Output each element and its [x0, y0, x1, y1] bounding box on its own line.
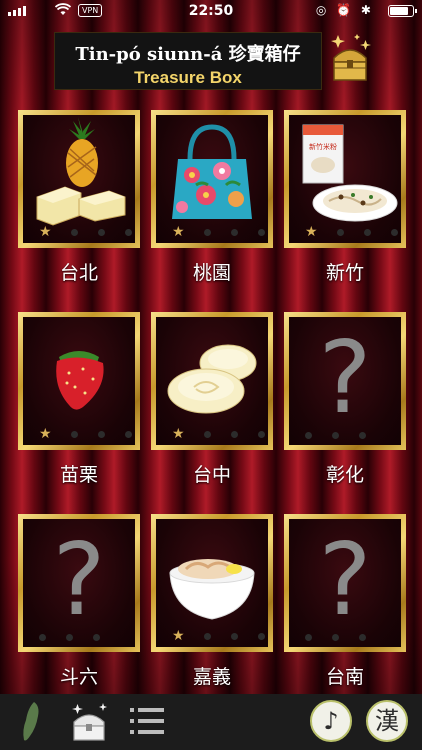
progress-dots: [305, 432, 366, 439]
card-tainan-inner: ?: [289, 519, 401, 647]
star-icon: ★: [39, 224, 52, 240]
locked-question-mark: ?: [52, 521, 106, 638]
package-label: 新竹米粉: [309, 142, 337, 151]
title-line-1: Tin-pó siunn-á 珍寶箱仔: [75, 44, 301, 65]
card-taichung[interactable]: ★: [151, 312, 273, 450]
card-label: 苗栗: [59, 464, 98, 486]
progress-dots: ★: [172, 426, 265, 442]
page-title: Tin-pó siunn-á 珍寶箱仔 Treasure Box: [54, 32, 322, 90]
card-taichung-inner: ★: [156, 317, 268, 445]
treasure-chest-icon: [331, 34, 371, 81]
card-hsinchu[interactable]: 新竹米粉 ★: [284, 110, 406, 248]
star-icon: ★: [172, 224, 185, 240]
card-chiayi[interactable]: ★: [151, 514, 273, 652]
card-label: 彰化: [325, 464, 364, 486]
card-douliu[interactable]: ?: [18, 514, 140, 652]
progress-dots: [39, 634, 100, 641]
card-miaoli[interactable]: ★: [18, 312, 140, 450]
star-icon: ★: [305, 224, 318, 240]
card-label: 台北: [59, 262, 98, 284]
card-taoyuan[interactable]: ★: [151, 110, 273, 248]
star-icon: ★: [172, 628, 185, 644]
progress-dots: ★: [305, 224, 398, 240]
list-menu-icon[interactable]: [130, 706, 164, 736]
card-changhua[interactable]: ?: [284, 312, 406, 450]
card-taipei-inner: ★: [23, 115, 135, 243]
card-taoyuan-inner: ★: [156, 115, 268, 243]
language-toggle-button[interactable]: 漢: [366, 700, 408, 742]
card-label: 台中: [192, 464, 231, 486]
card-label: 桃園: [192, 262, 231, 284]
status-bar: VPN 22:50 ◎ ⏰ ✱: [0, 0, 422, 22]
card-label: 台南: [325, 666, 364, 688]
title-line-2: Treasure Box: [134, 68, 242, 87]
progress-dots: ★: [172, 628, 265, 644]
card-chiayi-inner: ★: [156, 519, 268, 647]
card-label: 新竹: [325, 262, 364, 284]
treasure-box-nav-icon[interactable]: [68, 702, 110, 742]
progress-dots: [305, 634, 366, 641]
star-icon: ★: [172, 426, 185, 442]
card-miaoli-inner: ★: [23, 317, 135, 445]
status-icons: ◎ ⏰ ✱: [315, 3, 374, 17]
card-douliu-inner: ?: [23, 519, 135, 647]
progress-dots: ★: [39, 224, 132, 240]
bottom-nav: ♪ 漢: [0, 694, 422, 750]
card-hsinchu-inner: 新竹米粉 ★: [289, 115, 401, 243]
progress-dots: ★: [39, 426, 132, 442]
locked-question-mark: ?: [318, 521, 372, 638]
card-label: 斗六: [59, 666, 98, 688]
taiwan-map-icon[interactable]: [20, 700, 42, 744]
locked-question-mark: ?: [318, 319, 372, 436]
card-label: 嘉義: [192, 666, 231, 688]
card-taipei[interactable]: ★: [18, 110, 140, 248]
card-changhua-inner: ?: [289, 317, 401, 445]
music-toggle-button[interactable]: ♪: [310, 700, 352, 742]
battery-icon: [388, 5, 417, 17]
card-tainan[interactable]: ?: [284, 514, 406, 652]
star-icon: ★: [39, 426, 52, 442]
progress-dots: ★: [172, 224, 265, 240]
